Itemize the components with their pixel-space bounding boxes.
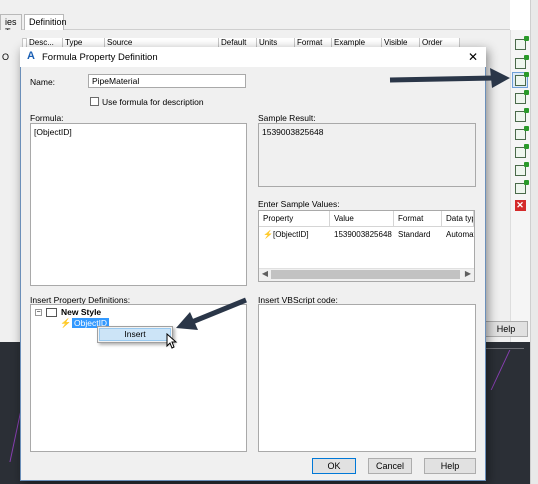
background-tab-strip	[0, 0, 510, 30]
close-icon: ✕	[467, 50, 479, 64]
tab-definition[interactable]: Definition	[24, 14, 67, 30]
grid-header-value[interactable]: Value	[330, 211, 394, 227]
add-graphic-property-button[interactable]	[512, 143, 529, 160]
dialog-title: Formula Property Definition	[42, 52, 158, 63]
grid-header-format[interactable]: Format	[394, 211, 442, 227]
add-location-property-button[interactable]	[512, 89, 529, 106]
property-set-icon	[46, 308, 57, 317]
app-logo-icon: A	[27, 50, 35, 62]
grid-cell-value[interactable]: 1539003825648	[330, 228, 394, 241]
sample-result-box: 1539003825648	[258, 123, 476, 187]
grid-cell-format[interactable]: Standard	[394, 228, 442, 241]
scroll-right-icon[interactable]: ▶	[463, 269, 473, 279]
add-formula-property-button[interactable]	[512, 71, 529, 88]
background-help-button[interactable]: Help	[484, 321, 528, 337]
add-anchor-property-icon	[514, 161, 529, 176]
collapse-icon[interactable]: −	[35, 309, 42, 316]
automatic-property-icon: ⚡	[263, 230, 273, 239]
add-graphic-property-icon	[514, 143, 529, 158]
formula-textarea[interactable]: [ObjectID]	[30, 123, 247, 286]
close-button[interactable]: ✕	[465, 50, 481, 64]
formula-text: [ObjectID]	[34, 127, 72, 137]
add-material-property-icon	[514, 125, 529, 140]
sample-result-label: Sample Result:	[258, 113, 316, 123]
name-field[interactable]: PipeMaterial	[88, 74, 246, 88]
grid-cell-property-text: [ObjectID]	[272, 230, 309, 239]
vbscript-textarea[interactable]	[258, 304, 476, 452]
add-classification-property-icon	[514, 107, 529, 122]
add-automatic-property-icon	[514, 54, 529, 69]
add-classification-property-button[interactable]	[512, 107, 529, 124]
add-property-icon	[514, 35, 529, 50]
add-location-property-icon	[514, 89, 529, 104]
add-anchor-property-button[interactable]	[512, 161, 529, 178]
name-label: Name:	[30, 77, 56, 87]
help-button[interactable]: Help	[424, 458, 476, 474]
scroll-left-icon[interactable]: ◀	[260, 269, 270, 279]
automatic-property-icon: ⚡	[60, 318, 72, 328]
delete-property-button[interactable]: ✕	[512, 197, 528, 213]
delete-property-icon: ✕	[514, 199, 526, 211]
grid-header-data-type[interactable]: Data typ	[442, 211, 474, 227]
add-refdef-property-button[interactable]	[512, 179, 529, 196]
tab-applies-to[interactable]: ies To	[0, 14, 22, 37]
tab-label: Definition	[29, 17, 67, 27]
add-property-button[interactable]	[512, 35, 529, 52]
grid-cell-data-type[interactable]: Automat	[442, 228, 474, 241]
scrollbar-thumb[interactable]	[271, 270, 460, 279]
add-refdef-property-icon	[514, 179, 529, 194]
add-material-property-button[interactable]	[512, 125, 529, 142]
add-formula-property-icon	[514, 71, 529, 86]
mouse-cursor-icon	[166, 333, 178, 349]
cancel-button[interactable]: Cancel	[368, 458, 412, 474]
insert-menu-item[interactable]: Insert	[99, 328, 171, 341]
background-row-fragment: O	[2, 52, 10, 62]
sample-result-value: 1539003825648	[262, 127, 324, 137]
ok-button[interactable]: OK	[312, 458, 356, 474]
window-frame	[530, 0, 538, 484]
tree-root-new-style[interactable]: New Style	[61, 307, 101, 317]
use-formula-checkbox[interactable]	[90, 97, 99, 106]
grid-cell-property[interactable]: ⚡[ObjectID]	[259, 228, 330, 241]
add-automatic-property-button[interactable]	[512, 54, 529, 71]
formula-label: Formula:	[30, 113, 64, 123]
grid-header-property[interactable]: Property	[259, 211, 330, 227]
sample-values-label: Enter Sample Values:	[258, 199, 340, 209]
use-formula-label: Use formula for description	[102, 97, 204, 107]
canvas-line	[484, 348, 524, 349]
